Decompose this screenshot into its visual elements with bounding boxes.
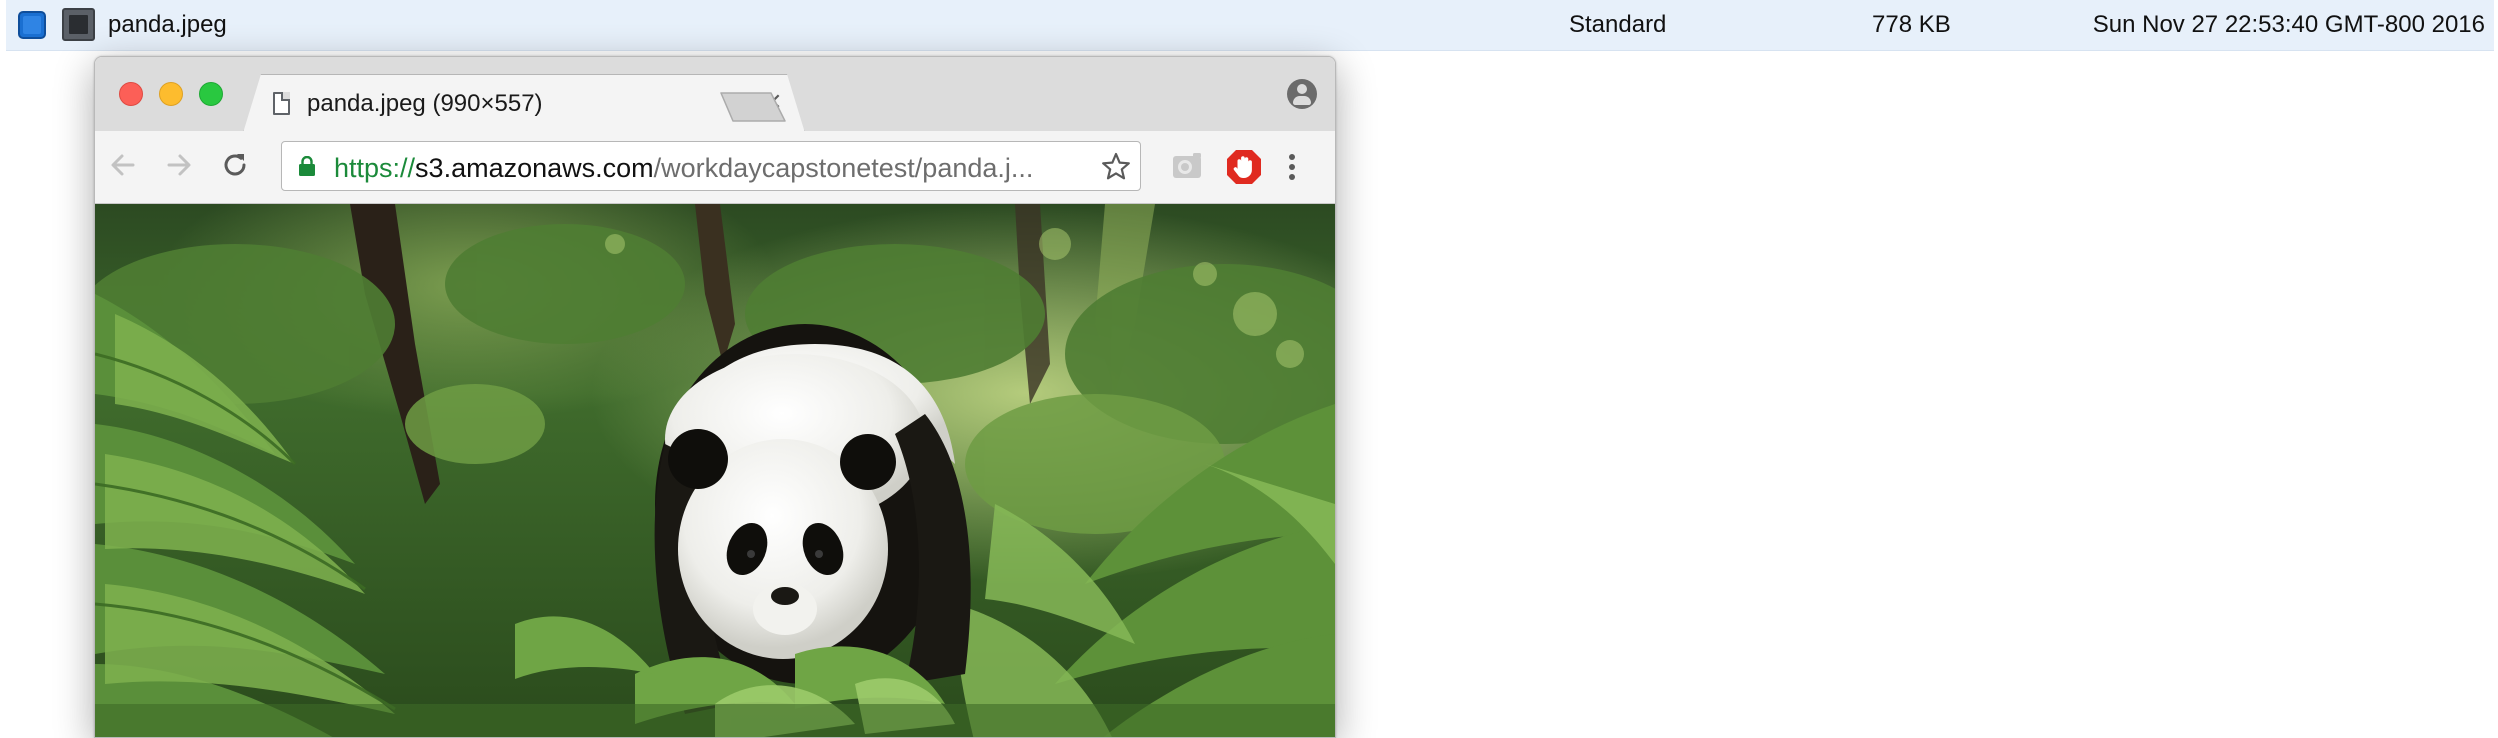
back-arrow-icon[interactable] xyxy=(103,145,143,185)
file-list-row[interactable]: panda.jpeg Standard 778 KB Sun Nov 27 22… xyxy=(6,0,2494,51)
storage-class: Standard xyxy=(1569,11,1667,38)
star-icon[interactable] xyxy=(1100,151,1132,183)
address-bar[interactable]: https://s3.amazonaws.com/workdaycapstone… xyxy=(281,141,1141,191)
kebab-menu-icon[interactable] xyxy=(1277,149,1307,185)
row-checkbox[interactable] xyxy=(18,11,46,39)
url-host: s3.amazonaws.com xyxy=(415,153,654,183)
window-minimize-button[interactable] xyxy=(159,82,183,106)
file-name[interactable]: panda.jpeg xyxy=(108,12,227,38)
lock-icon xyxy=(299,156,315,176)
profile-icon[interactable] xyxy=(1287,79,1317,109)
file-size: 778 KB xyxy=(1872,11,1951,38)
image-viewport xyxy=(95,204,1335,737)
url-scheme: https:// xyxy=(334,153,416,183)
url-text: https://s3.amazonaws.com/workdaycapstone… xyxy=(334,153,1033,184)
reload-icon[interactable] xyxy=(215,145,255,185)
page-icon xyxy=(273,92,290,115)
url-path: /workdaycapstonetest/panda.j... xyxy=(653,153,1034,183)
window-zoom-button[interactable] xyxy=(199,82,223,106)
last-modified-date: Sun Nov 27 22:53:40 GMT-800 2016 xyxy=(2092,11,2485,38)
forward-arrow-icon[interactable] xyxy=(159,145,199,185)
new-tab-button[interactable] xyxy=(719,91,787,123)
browser-toolbar: https://s3.amazonaws.com/workdaycapstone… xyxy=(95,131,1335,204)
browser-titlebar: panda.jpeg (990×557) × xyxy=(95,57,1335,132)
stop-hand-extension-icon[interactable] xyxy=(1225,148,1263,186)
file-type-icon xyxy=(62,8,95,41)
panda-photo xyxy=(95,204,1335,737)
window-close-button[interactable] xyxy=(119,82,143,106)
browser-window: panda.jpeg (990×557) × https://s3.amazon… xyxy=(94,56,1336,738)
camera-extension-icon[interactable] xyxy=(1169,149,1205,185)
tab-title: panda.jpeg (990×557) xyxy=(307,90,543,117)
